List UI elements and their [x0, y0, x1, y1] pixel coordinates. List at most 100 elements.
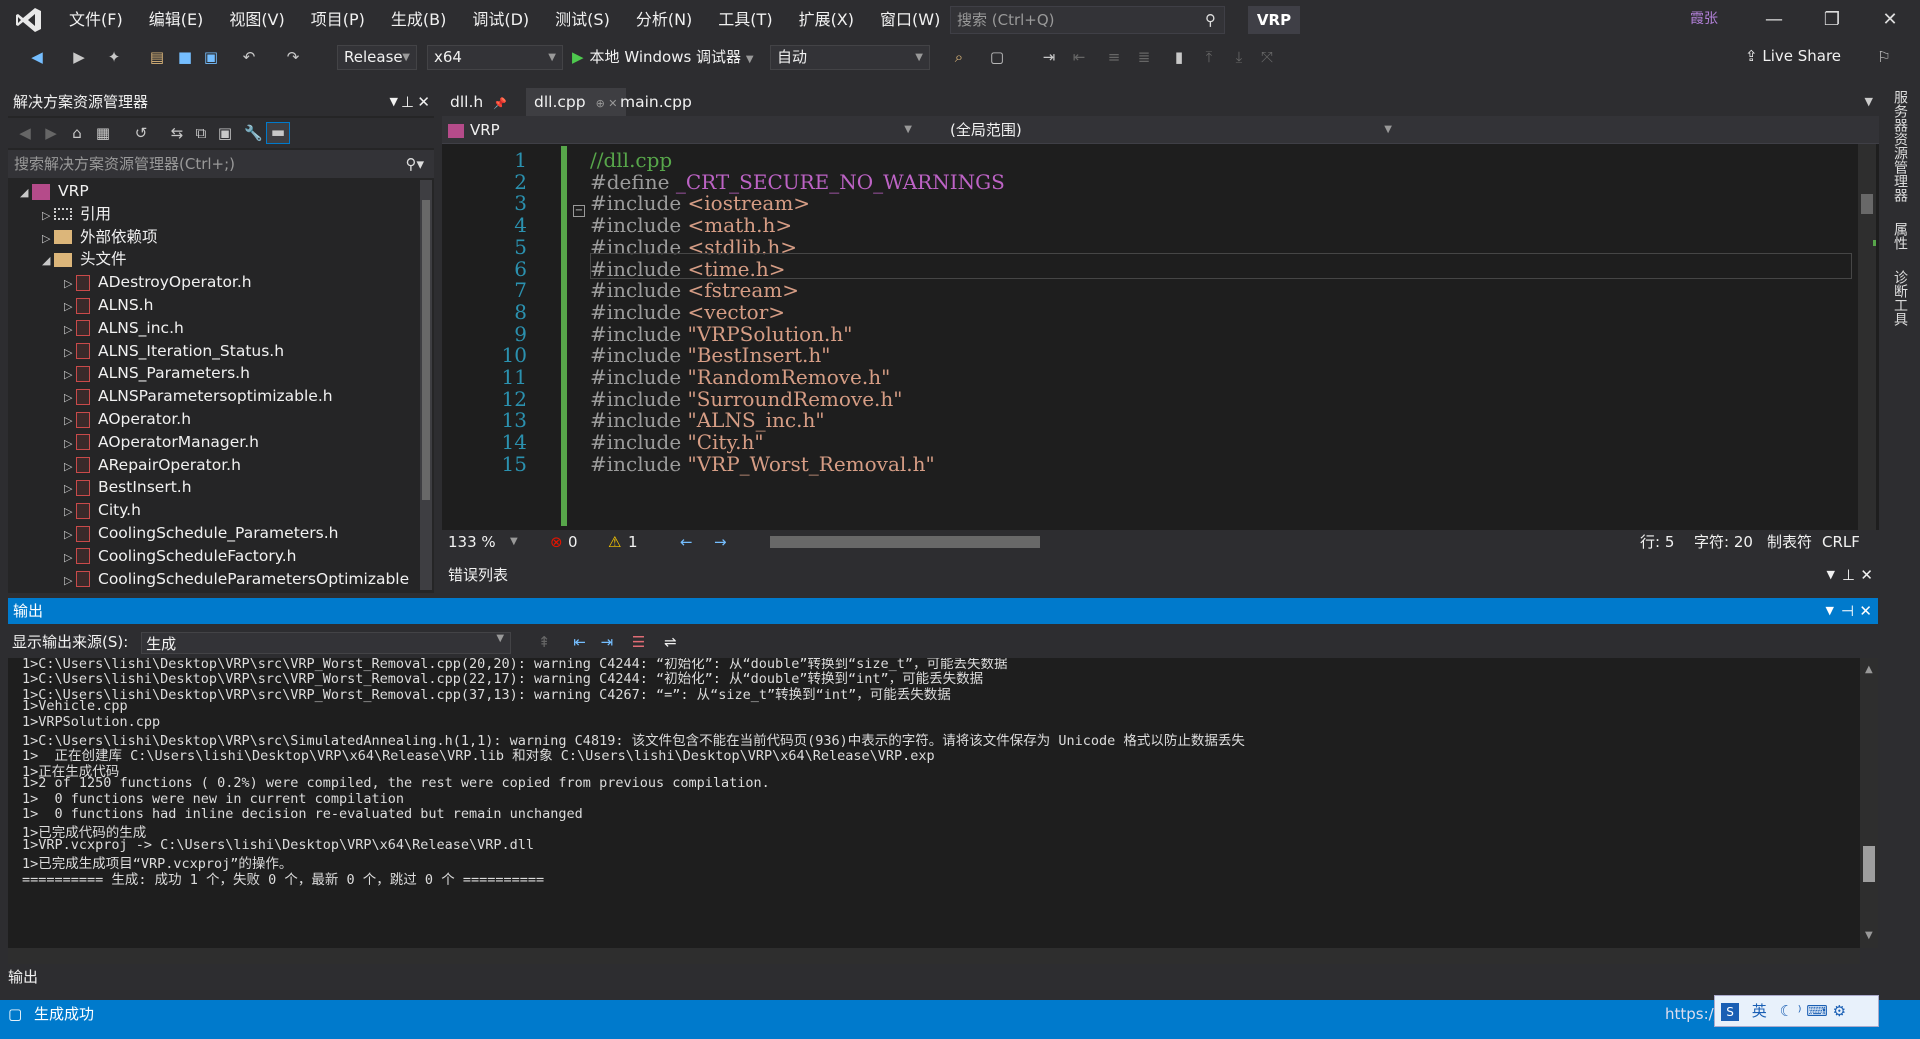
preview-icon[interactable]: ▬ — [266, 122, 290, 144]
uncomment-icon[interactable]: ≣ — [1135, 48, 1153, 66]
save-all-icon[interactable]: ▣ — [202, 48, 220, 66]
code-line[interactable]: //dll.cpp — [590, 148, 672, 172]
word-wrap-icon[interactable]: ⇌ — [664, 633, 677, 651]
menu-item[interactable]: 视图(V) — [216, 0, 297, 40]
close-icon[interactable]: ✕ — [417, 88, 430, 116]
ime-tools-icon[interactable]: ☾ ⁾ ⌨ ⚙ — [1780, 1002, 1847, 1020]
browser-icon[interactable]: ▢ — [988, 48, 1006, 66]
new-project-icon[interactable]: ✦ — [105, 48, 123, 66]
menu-item[interactable]: 分析(N) — [623, 0, 705, 40]
collapsed-arrow-icon[interactable]: ▷ — [42, 227, 54, 249]
output-horizontal-scrollbar[interactable] — [8, 948, 1860, 964]
project-nav-dropdown[interactable]: VRP ▼ — [448, 119, 918, 141]
tree-item[interactable]: ▷ ALNSParametersoptimizable.h — [8, 385, 423, 408]
open-folder-icon[interactable]: ▤ — [148, 48, 166, 66]
pin-icon[interactable]: ⊣ — [1841, 598, 1854, 624]
tree-item[interactable]: ▷ CoolingScheduleFactory.h — [8, 545, 423, 568]
prev-bookmark-icon[interactable]: ⤒ — [1200, 48, 1218, 66]
solution-search-input[interactable]: 搜索解决方案资源管理器(Ctrl+;) ⚲▾ — [8, 150, 434, 178]
menu-item[interactable]: 窗口(W) — [867, 0, 953, 40]
outdent-icon[interactable]: ⇤ — [1070, 48, 1088, 66]
start-debugging-button[interactable]: ▶ 本地 Windows 调试器 ▼ — [572, 44, 754, 70]
output-scrollbar[interactable]: ▲ ▼ — [1860, 658, 1878, 948]
code-line[interactable]: #include "VRPSolution.h" — [590, 322, 853, 346]
indent-icon[interactable]: ⇥ — [1040, 48, 1058, 66]
back-icon[interactable]: ◀ — [16, 124, 34, 142]
code-editor[interactable]: 1 //dll.cpp 2 #define _CRT_SECURE_NO_WARNIN… — [442, 144, 1879, 530]
menu-item[interactable]: 调试(D) — [459, 0, 542, 40]
collapsed-arrow-icon[interactable]: ▷ — [64, 455, 76, 477]
tab-list-dropdown-icon[interactable]: ▼ — [1865, 88, 1873, 116]
tab-mode-indicator[interactable]: 制表符 — [1767, 530, 1812, 554]
menu-item[interactable]: 编辑(E) — [136, 0, 217, 40]
pin-icon[interactable]: ⊥ — [401, 88, 414, 116]
menu-item[interactable]: 测试(S) — [542, 0, 623, 40]
code-line[interactable]: #include <fstream> — [590, 278, 799, 302]
code-line[interactable]: #include <iostream> — [590, 191, 810, 215]
collapsed-arrow-icon[interactable]: ▷ — [64, 318, 76, 340]
redo-icon[interactable]: ↷ — [284, 48, 302, 66]
tree-item[interactable]: ▷ ALNS_Iteration_Status.h — [8, 340, 423, 363]
collapsed-arrow-icon[interactable]: ▷ — [64, 500, 76, 522]
menu-item[interactable]: 文件(F) — [56, 0, 136, 40]
tree-item[interactable]: ▷ ARepairOperator.h — [8, 454, 423, 477]
output-source-dropdown[interactable]: 生成 ▼ — [141, 631, 512, 654]
menu-item[interactable]: 项目(P) — [298, 0, 378, 40]
tree-item[interactable]: ▷ 引用 — [8, 203, 423, 226]
platform-dropdown[interactable]: x64 ▼ — [427, 45, 563, 70]
collapsed-arrow-icon[interactable]: ▷ — [64, 432, 76, 454]
tree-item[interactable]: ◢ 头文件 — [8, 248, 423, 271]
tree-item[interactable]: ▷ AOperator.h — [8, 408, 423, 431]
next-issue-icon[interactable]: → — [714, 530, 727, 554]
code-line[interactable]: #include "RandomRemove.h" — [590, 365, 890, 389]
home-icon[interactable]: ⌂ — [68, 124, 86, 142]
find-prev-icon[interactable]: ⇤ — [573, 633, 586, 651]
diagnostic-tools-tab[interactable]: 诊断工具 — [1890, 270, 1910, 326]
chevron-down-icon[interactable]: ▼ — [390, 88, 398, 116]
code-line[interactable]: #include "BestInsert.h" — [590, 343, 830, 367]
debug-target-dropdown[interactable]: 自动 ▼ — [770, 45, 930, 70]
collapse-region-icon[interactable]: − — [573, 205, 585, 217]
warning-count[interactable]: 1 — [628, 530, 638, 554]
history-icon[interactable]: ↺ — [132, 124, 150, 142]
tree-project-root[interactable]: ◢ VRP — [8, 180, 423, 203]
expanded-arrow-icon[interactable]: ◢ — [42, 249, 54, 271]
document-tab[interactable]: dll.cpp ⊕ ✕ — [526, 88, 626, 116]
chevron-down-icon[interactable]: ▼ — [510, 530, 518, 554]
collapsed-arrow-icon[interactable]: ▷ — [64, 409, 76, 431]
user-avatar[interactable]: 霞张 — [1690, 8, 1718, 28]
tree-item[interactable]: ▷ 外部依赖项 — [8, 226, 423, 249]
error-list-header[interactable]: 错误列表 ▼ ⊥ ✕ — [442, 561, 1879, 589]
collapsed-arrow-icon[interactable]: ▷ — [64, 569, 76, 591]
document-tab[interactable]: main.cpp — [612, 88, 710, 116]
collapsed-arrow-icon[interactable]: ▷ — [64, 272, 76, 294]
properties-tab[interactable]: 属性 — [1890, 222, 1910, 250]
comment-icon[interactable]: ≡ — [1105, 48, 1123, 66]
code-line[interactable]: #include "ALNS_inc.h" — [590, 408, 825, 432]
document-tab[interactable]: dll.h 📌 — [442, 88, 515, 116]
eol-indicator[interactable]: CRLF — [1822, 530, 1860, 554]
show-all-files-icon[interactable]: ▣ — [216, 124, 234, 142]
scope-dropdown[interactable]: (全局范围) ▼ — [930, 119, 1398, 141]
tree-item[interactable]: ▷ ALNS_inc.h — [8, 317, 423, 340]
close-button[interactable]: ✕ — [1861, 0, 1919, 40]
zoom-level[interactable]: 133 % — [448, 530, 496, 554]
next-bookmark-icon[interactable]: ⤓ — [1230, 48, 1248, 66]
menu-item[interactable]: 工具(T) — [705, 0, 785, 40]
find-in-files-icon[interactable]: ⌕ — [950, 48, 968, 66]
tree-item[interactable]: ▷ CoolingSchedule_Parameters.h — [8, 522, 423, 545]
output-tab[interactable]: 输出 — [8, 966, 38, 987]
tree-item[interactable]: ▷ CoolingScheduleParametersOptimizable — [8, 568, 423, 591]
configuration-dropdown[interactable]: Release ▼ — [337, 45, 417, 70]
clear-bookmarks-icon[interactable]: ⤧ — [1258, 48, 1276, 66]
collapsed-arrow-icon[interactable]: ▷ — [64, 295, 76, 317]
prev-issue-icon[interactable]: ← — [680, 530, 693, 554]
server-explorer-tab[interactable]: 服务器资源管理器 — [1890, 90, 1910, 202]
expanded-arrow-icon[interactable]: ◢ — [20, 181, 32, 203]
pin-icon[interactable]: ⊥ — [1842, 561, 1855, 589]
menu-item[interactable]: 生成(B) — [378, 0, 459, 40]
tree-item[interactable]: ▷ ADestroyOperator.h — [8, 271, 423, 294]
switch-views-icon[interactable]: ▦ — [94, 124, 112, 142]
error-icon[interactable]: ⊗ — [550, 530, 563, 554]
error-count[interactable]: 0 — [568, 530, 578, 554]
